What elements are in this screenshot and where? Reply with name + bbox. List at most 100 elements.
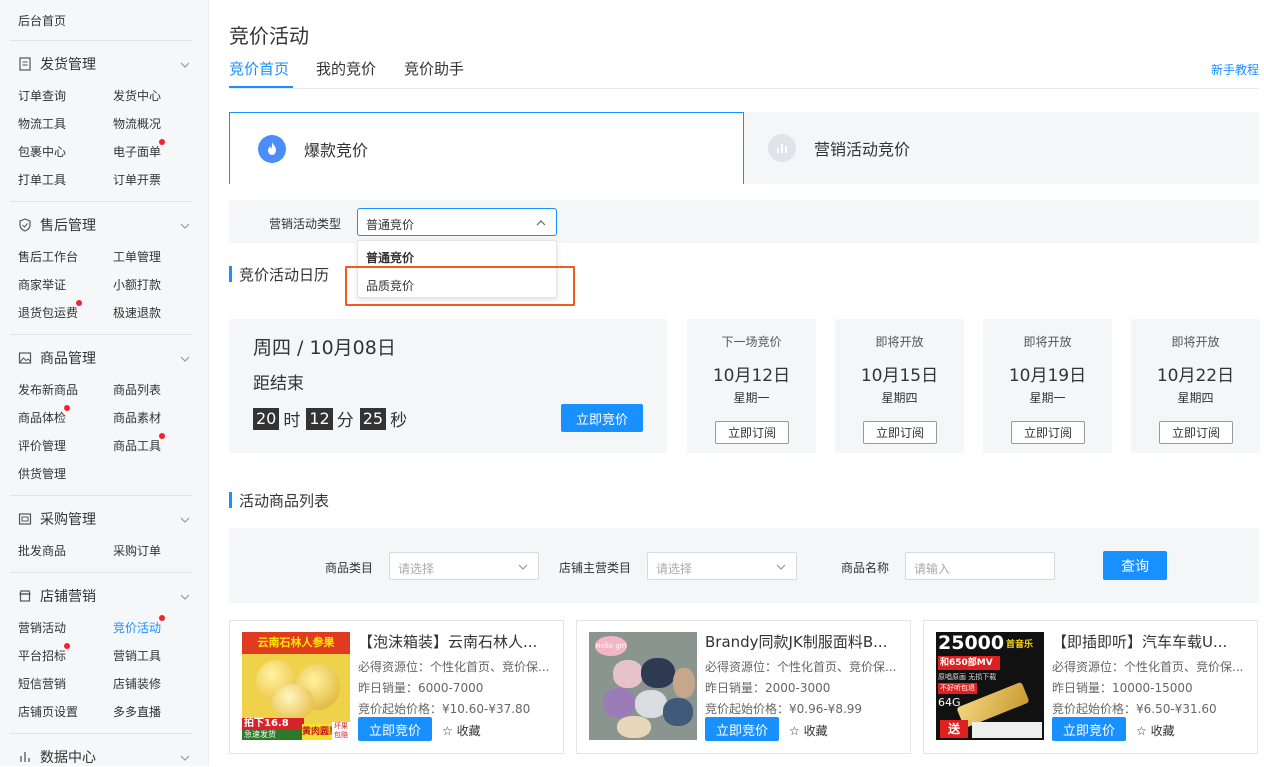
sidebar-item-logistics-overview[interactable]: 物流概况 xyxy=(113,115,161,132)
sidebar-item-ticket-management[interactable]: 工单管理 xyxy=(113,248,161,265)
tab-my-bids[interactable]: 我的竞价 xyxy=(316,58,376,79)
product-name[interactable]: 【泡沫箱装】云南石林人... xyxy=(358,631,558,652)
sidebar-group-marketing[interactable]: 店铺营销 xyxy=(18,586,96,606)
product-image-tag: 首音乐 xyxy=(1006,640,1034,650)
chevron-down-icon[interactable] xyxy=(180,753,190,763)
subscribe-button[interactable]: 立即订阅 xyxy=(863,421,937,444)
product-bid-button[interactable]: 立即竞价 xyxy=(705,717,779,741)
sidebar-group-purchasing[interactable]: 采购管理 xyxy=(18,509,96,529)
beginner-tutorial-link[interactable]: 新手教程 xyxy=(1211,61,1259,78)
product-name-input[interactable]: 请输入 xyxy=(905,552,1055,580)
sidebar-item-product-tools[interactable]: 商品工具 xyxy=(113,437,161,454)
sidebar-item-print-tool[interactable]: 打单工具 xyxy=(18,171,66,188)
bid-weekday: 星期四 xyxy=(881,391,918,405)
activity-type-value: 普通竞价 xyxy=(366,218,415,232)
divider xyxy=(10,572,192,573)
bid-type-label: 营销活动竞价 xyxy=(814,140,911,159)
sidebar-item-package-center[interactable]: 包裹中心 xyxy=(18,143,66,160)
calendar-section-title: 竞价活动日历 xyxy=(229,264,329,285)
option-normal-bid[interactable]: 普通竞价 xyxy=(366,249,414,266)
sidebar-item-product-assets[interactable]: 商品素材 xyxy=(113,409,161,426)
notification-dot xyxy=(159,139,165,145)
flame-icon xyxy=(258,134,286,163)
sidebar-item-product-list[interactable]: 商品列表 xyxy=(113,381,161,398)
product-image[interactable]: Hello girl xyxy=(589,632,697,740)
subscribe-button[interactable]: 立即订阅 xyxy=(1159,421,1233,444)
store-category-select[interactable]: 请选择 xyxy=(647,552,797,580)
highlight-annotation xyxy=(345,266,575,306)
subscribe-button[interactable]: 立即订阅 xyxy=(715,421,789,444)
sidebar-item-platform-tender[interactable]: 平台招标 xyxy=(18,647,66,664)
sidebar-item-reviews[interactable]: 评价管理 xyxy=(18,437,66,454)
sidebar-item-marketing-activities[interactable]: 营销活动 xyxy=(18,619,66,636)
tab-bid-home[interactable]: 竞价首页 xyxy=(229,58,289,79)
query-button[interactable]: 查询 xyxy=(1103,551,1167,580)
sidebar-group-after-sales[interactable]: 售后管理 xyxy=(18,215,96,235)
chevron-down-icon[interactable] xyxy=(180,221,190,231)
sidebar-item-fast-refund[interactable]: 极速退款 xyxy=(113,304,161,321)
sidebar-item-supply[interactable]: 供货管理 xyxy=(18,465,66,482)
favorite-button[interactable]: ☆ 收藏 xyxy=(789,722,828,739)
category-select[interactable]: 请选择 xyxy=(389,552,539,580)
countdown-timer: 20 时 12 分 25 秒 xyxy=(253,406,407,431)
sidebar-item-e-waybill[interactable]: 电子面单 xyxy=(113,143,161,160)
sidebar-item-return-shipping[interactable]: 退货包运费 xyxy=(18,304,78,321)
sidebar-item-new-product[interactable]: 发布新商品 xyxy=(18,381,78,398)
countdown-label: 距结束 xyxy=(253,374,304,394)
bid-weekday: 星期一 xyxy=(733,391,770,405)
divider xyxy=(10,733,192,734)
sidebar-item-marketing-tools[interactable]: 营销工具 xyxy=(113,647,161,664)
subscribe-button[interactable]: 立即订阅 xyxy=(1011,421,1085,444)
divider xyxy=(10,334,192,335)
sidebar-home-link[interactable]: 后台首页 xyxy=(18,12,66,29)
sidebar-group-data-center[interactable]: 数据中心 xyxy=(18,747,96,767)
sidebar-item-live-stream[interactable]: 多多直播 xyxy=(113,703,161,720)
sidebar-group-products[interactable]: 商品管理 xyxy=(18,348,96,368)
product-image[interactable]: 云南石林人参果 拍下16.8 急速发货 黄肉圆果 坏果包赔 xyxy=(242,632,350,740)
sidebar-item-shipping-center[interactable]: 发货中心 xyxy=(113,87,161,104)
chevron-down-icon[interactable] xyxy=(180,592,190,602)
bid-date: 10月19日 xyxy=(1008,366,1087,386)
sidebar-item-small-payment[interactable]: 小额打款 xyxy=(113,276,161,293)
chevron-down-icon[interactable] xyxy=(180,60,190,70)
bid-type-hot[interactable]: 爆款竞价 xyxy=(229,112,744,184)
product-bid-button[interactable]: 立即竞价 xyxy=(1052,717,1126,741)
main-content: 竞价活动 竞价首页 我的竞价 竞价助手 新手教程 爆款竞价 营销活动竞价 营销活… xyxy=(229,0,1264,766)
product-name[interactable]: Brandy同款JK制服面料B... xyxy=(705,631,905,652)
sidebar-item-wholesale[interactable]: 批发商品 xyxy=(18,542,66,559)
product-name[interactable]: 【即插即听】汽车车载U... xyxy=(1052,631,1252,652)
favorite-button[interactable]: ☆ 收藏 xyxy=(1136,722,1175,739)
chevron-down-icon[interactable] xyxy=(180,354,190,364)
product-bid-button[interactable]: 立即竞价 xyxy=(358,717,432,741)
notification-dot xyxy=(64,643,70,649)
sidebar-item-store-page-settings[interactable]: 店铺页设置 xyxy=(18,703,78,720)
bid-now-button[interactable]: 立即竞价 xyxy=(561,404,643,432)
tab-bid-assistant[interactable]: 竞价助手 xyxy=(404,58,464,79)
scrunchie-shape xyxy=(617,716,651,738)
chart-icon xyxy=(768,134,796,162)
chevron-down-icon[interactable] xyxy=(180,515,190,525)
sidebar-item-store-decoration[interactable]: 店铺装修 xyxy=(113,675,161,692)
sidebar-item-product-check[interactable]: 商品体检 xyxy=(18,409,66,426)
sidebar-item-invoice[interactable]: 订单开票 xyxy=(113,171,161,188)
divider xyxy=(10,495,192,496)
sidebar-item-sms-marketing[interactable]: 短信营销 xyxy=(18,675,66,692)
sidebar-item-logistics-tools[interactable]: 物流工具 xyxy=(18,115,66,132)
scrunchie-shape xyxy=(673,668,695,698)
favorite-button[interactable]: ☆ 收藏 xyxy=(442,722,481,739)
sidebar-item-merchant-evidence[interactable]: 商家举证 xyxy=(18,276,66,293)
sidebar-group-shipping[interactable]: 发货管理 xyxy=(18,54,96,74)
product-image[interactable]: 25000 首音乐 和650部MV 原唱原画 无损下载 不好听包退 64G 送 xyxy=(936,632,1044,740)
activity-type-select[interactable]: 普通竞价 xyxy=(357,208,557,236)
favorite-label: 收藏 xyxy=(456,724,481,738)
bid-type-marketing[interactable]: 营销活动竞价 xyxy=(744,112,1259,184)
sidebar-item-after-sales-desk[interactable]: 售后工作台 xyxy=(18,248,78,265)
sidebar-group-title: 采购管理 xyxy=(40,512,96,528)
sidebar-item-bidding[interactable]: 竞价活动 xyxy=(113,619,161,636)
product-image-bottom-tag: 黄肉圆果 xyxy=(302,724,332,740)
sidebar-item-order-query[interactable]: 订单查询 xyxy=(18,87,66,104)
star-icon: ☆ xyxy=(789,724,800,738)
product-image-corner-tag: 坏果包赔 xyxy=(332,722,350,740)
sidebar-item-purchase-orders[interactable]: 采购订单 xyxy=(113,542,161,559)
product-query-bar: 商品类目 请选择 店铺主营类目 请选择 商品名称 请输入 查询 xyxy=(229,528,1259,603)
